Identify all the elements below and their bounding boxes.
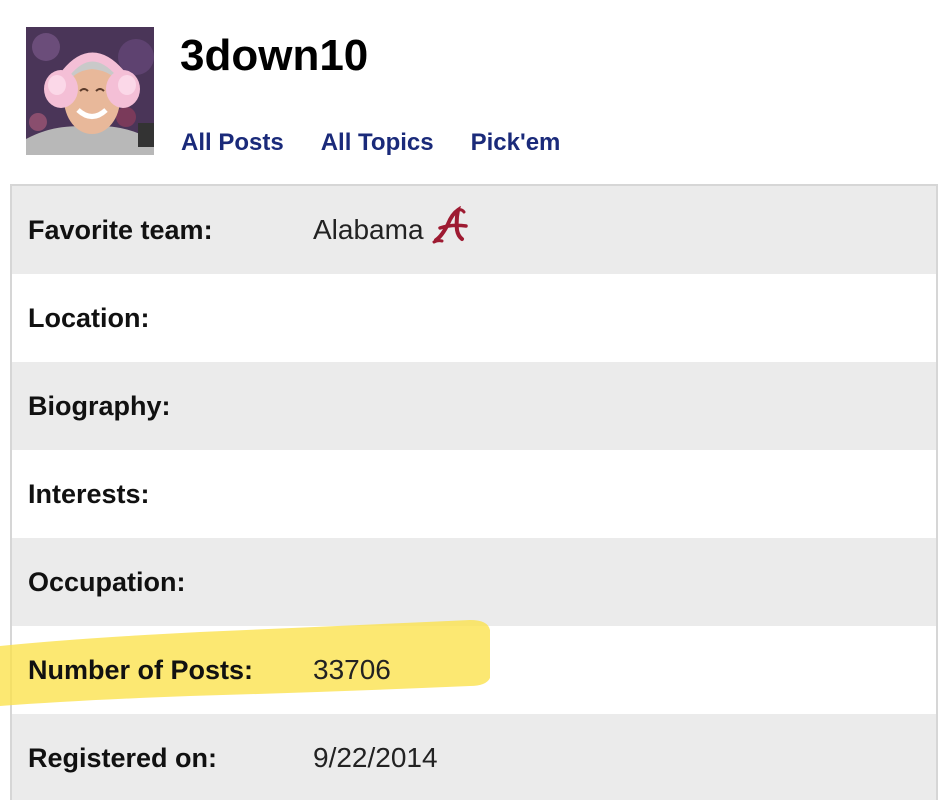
avatar[interactable] [26, 27, 154, 155]
row-label: Location: [28, 302, 150, 333]
table-row-location: Location: [12, 274, 936, 362]
profile-header: 3down10 All Posts All Topics Pick'em [0, 0, 945, 184]
nav-pickem[interactable]: Pick'em [471, 127, 561, 159]
row-label: Occupation: [28, 566, 186, 597]
table-row-interests: Interests: [12, 450, 936, 538]
user-avatar-photo-icon [26, 27, 154, 155]
row-label: Registered on: [28, 742, 218, 773]
table-row-registered-on: Registered on: 9/22/2014 [12, 714, 936, 800]
table-row-number-of-posts: Number of Posts: 33706 [12, 626, 936, 714]
row-label: Favorite team: [28, 214, 213, 245]
table-row-biography: Biography: [12, 362, 936, 450]
nav-all-posts[interactable]: All Posts [181, 127, 284, 159]
profile-details-table: Favorite team: Alabama Location: Biograp… [10, 184, 938, 800]
row-value: 9/22/2014 [313, 742, 438, 773]
alabama-logo-icon [432, 205, 472, 246]
profile-nav: All Posts All Topics Pick'em [181, 127, 597, 159]
row-label: Number of Posts: [28, 654, 254, 685]
row-label: Biography: [28, 390, 171, 421]
row-value: Alabama [313, 205, 472, 250]
username: 3down10 [180, 31, 369, 80]
profile-page: 3down10 All Posts All Topics Pick'em Fav… [0, 0, 945, 800]
table-row-occupation: Occupation: [12, 538, 936, 626]
row-value: 33706 [313, 654, 391, 685]
nav-all-topics[interactable]: All Topics [321, 127, 434, 159]
table-row-favorite-team: Favorite team: Alabama [12, 186, 936, 274]
favorite-team-value: Alabama [313, 214, 424, 245]
row-label: Interests: [28, 478, 150, 509]
